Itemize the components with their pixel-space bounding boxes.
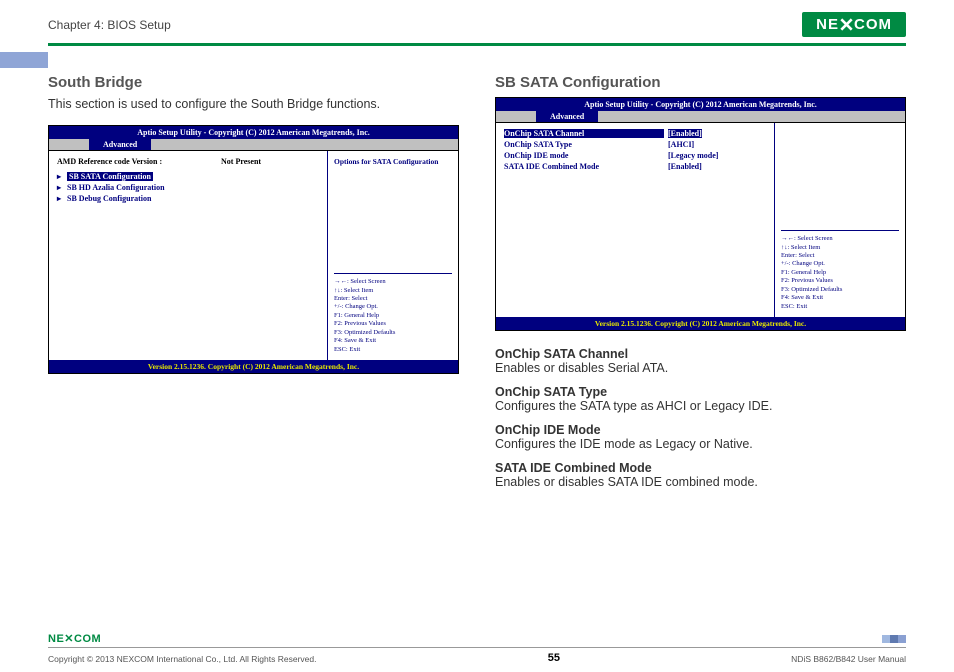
bios-row-sata-channel[interactable]: OnChip SATA Channel bbox=[504, 129, 664, 138]
left-column: South Bridge This section is used to con… bbox=[48, 74, 459, 499]
bios-item-debug[interactable]: SB Debug Configuration bbox=[67, 194, 227, 203]
bios-screenshot-left: Aptio Setup Utility - Copyright (C) 2012… bbox=[48, 125, 459, 374]
bios-left-pane: OnChip SATA Channel[Enabled] OnChip SATA… bbox=[496, 123, 775, 317]
bios-row-combined[interactable]: SATA IDE Combined Mode bbox=[504, 162, 664, 171]
bios-help-keys: →←: Select Screen ↑↓: Select Item Enter:… bbox=[781, 230, 899, 311]
side-tab-deco bbox=[0, 52, 48, 68]
bios-titlebar: Aptio Setup Utility - Copyright (C) 2012… bbox=[49, 126, 458, 139]
arrow-icon: ▸ bbox=[57, 172, 61, 181]
bios-left-pane: AMD Reference code Version : Not Present… bbox=[49, 151, 328, 360]
right-column: SB SATA Configuration Aptio Setup Utilit… bbox=[495, 74, 906, 499]
bios-right-desc: Options for SATA Configuration bbox=[334, 157, 452, 166]
bios-version-footer: Version 2.15.1236. Copyright (C) 2012 Am… bbox=[49, 360, 458, 373]
nexcom-logo: NE COM bbox=[802, 12, 906, 37]
footer-deco-squares bbox=[882, 635, 906, 643]
bios-tab-row: Advanced bbox=[49, 139, 458, 150]
bios-help-keys: →←: Select Screen ↑↓: Select Item Enter:… bbox=[334, 273, 452, 354]
footer-copyright: Copyright © 2013 NEXCOM International Co… bbox=[48, 654, 316, 664]
option-sata-type: OnChip SATA Type Configures the SATA typ… bbox=[495, 385, 906, 413]
bios-right-pane: Options for SATA Configuration →←: Selec… bbox=[328, 151, 458, 360]
option-sata-channel: OnChip SATA Channel Enables or disables … bbox=[495, 347, 906, 375]
bios-right-pane: →←: Select Screen ↑↓: Select Item Enter:… bbox=[775, 123, 905, 317]
sb-sata-heading: SB SATA Configuration bbox=[495, 74, 906, 91]
bios-version-footer: Version 2.15.1236. Copyright (C) 2012 Am… bbox=[496, 317, 905, 330]
x-icon bbox=[840, 18, 853, 31]
option-combined: SATA IDE Combined Mode Enables or disabl… bbox=[495, 461, 906, 489]
arrow-icon: ▸ bbox=[57, 183, 61, 192]
bios-tab-advanced: Advanced bbox=[536, 111, 598, 122]
bios-item-azalia[interactable]: SB HD Azalia Configuration bbox=[67, 183, 227, 192]
south-bridge-intro: This section is used to configure the So… bbox=[48, 97, 459, 111]
arrow-icon: ▸ bbox=[57, 194, 61, 203]
bios-screenshot-right: Aptio Setup Utility - Copyright (C) 2012… bbox=[495, 97, 906, 331]
option-ide-mode: OnChip IDE Mode Configures the IDE mode … bbox=[495, 423, 906, 451]
footer-logo: NE✕COM bbox=[48, 632, 101, 645]
page-header: Chapter 4: BIOS Setup NE COM bbox=[48, 0, 906, 46]
bios-tab-row: Advanced bbox=[496, 111, 905, 122]
chapter-title: Chapter 4: BIOS Setup bbox=[48, 18, 171, 32]
bios-row-sata-type[interactable]: OnChip SATA Type bbox=[504, 140, 664, 149]
south-bridge-heading: South Bridge bbox=[48, 74, 459, 91]
page-number: 55 bbox=[548, 652, 560, 664]
bios-titlebar: Aptio Setup Utility - Copyright (C) 2012… bbox=[496, 98, 905, 111]
bios-item-sata[interactable]: SB SATA Configuration bbox=[67, 172, 153, 181]
bios-row-ide-mode[interactable]: OnChip IDE mode bbox=[504, 151, 664, 160]
footer-manual-name: NDiS B862/B842 User Manual bbox=[791, 654, 906, 664]
amd-ref-label: AMD Reference code Version : bbox=[57, 157, 217, 166]
amd-ref-val: Not Present bbox=[221, 157, 261, 166]
page-footer: NE✕COM Copyright © 2013 NEXCOM Internati… bbox=[48, 632, 906, 664]
bios-tab-advanced: Advanced bbox=[89, 139, 151, 150]
